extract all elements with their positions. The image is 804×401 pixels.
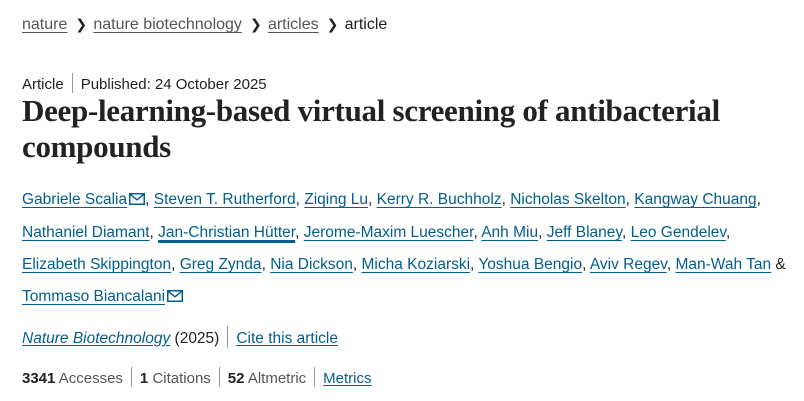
metrics-line: 3341 Accesses 1 Citations 52 Altmetric Metr…	[22, 367, 372, 387]
article-meta: Article Published: 24 October 2025	[22, 73, 267, 93]
published-date: Published: 24 October 2025	[80, 76, 267, 93]
author-link[interactable]: Yoshua Bengio	[478, 256, 582, 273]
author-link[interactable]: Man-Wah Tan	[675, 256, 771, 273]
author-link[interactable]: Gabriele Scalia	[22, 191, 127, 208]
accesses-label: Accesses	[58, 370, 123, 387]
cite-article-link[interactable]: Cite this article	[236, 330, 338, 347]
chevron-right-icon: ❯	[75, 16, 88, 32]
metrics-divider	[218, 367, 220, 387]
author-link[interactable]: Nia Dickson	[270, 256, 353, 273]
author-link[interactable]: Micha Koziarski	[362, 256, 471, 273]
citations-label: Citations	[152, 370, 211, 387]
author-link[interactable]: Jerome-Maxim Luescher	[304, 224, 474, 241]
envelope-icon[interactable]	[167, 282, 184, 314]
altmetric-label: Altmetric	[247, 370, 307, 387]
journal-link[interactable]: Nature Biotechnology	[22, 330, 170, 347]
author-link[interactable]: Jeff Blaney	[547, 224, 622, 241]
article-type: Article	[22, 76, 64, 93]
author-link[interactable]: Leo Gendelev	[631, 224, 726, 241]
breadcrumb-nature[interactable]: nature	[22, 16, 67, 33]
breadcrumb: nature ❯ nature biotechnology ❯ articles ❯ art…	[22, 16, 387, 34]
author-link[interactable]: Jan-Christian Hütter	[158, 224, 295, 241]
accesses-count: 3341	[22, 370, 56, 387]
author-link[interactable]: Kerry R. Buchholz	[377, 191, 502, 208]
author-link[interactable]: Nathaniel Diamant	[22, 224, 150, 241]
chevron-right-icon: ❯	[326, 16, 339, 32]
author-link[interactable]: Anh Miu	[481, 224, 538, 241]
author-link[interactable]: Steven T. Rutherford	[154, 191, 296, 208]
envelope-icon[interactable]	[129, 185, 146, 217]
meta-divider	[71, 73, 73, 93]
publication-year: (2025)	[174, 330, 220, 347]
author-list: Gabriele Scalia, Steven T. Rutherford, Z…	[22, 184, 792, 314]
author-link[interactable]: Elizabeth Skippington	[22, 256, 171, 273]
author-link[interactable]: Ziqing Lu	[304, 191, 368, 208]
author-link[interactable]: Aviv Regev	[590, 256, 667, 273]
citations-count: 1	[139, 370, 149, 387]
article-title: Deep-learning-based virtual screening of…	[22, 93, 720, 164]
metrics-divider	[314, 367, 316, 387]
author-link[interactable]: Kangway Chuang	[634, 191, 756, 208]
altmetric-count: 52	[227, 370, 245, 387]
journal-line: Nature Biotechnology (2025) Cite this art…	[22, 326, 338, 348]
author-link[interactable]: Greg Zynda	[180, 256, 262, 273]
journal-divider	[227, 326, 229, 348]
breadcrumb-nature-biotechnology[interactable]: nature biotechnology	[93, 16, 242, 33]
metrics-link[interactable]: Metrics	[323, 370, 371, 387]
metrics-divider	[130, 367, 132, 387]
author-link[interactable]: Nicholas Skelton	[510, 191, 625, 208]
chevron-right-icon: ❯	[249, 16, 262, 32]
breadcrumb-current: article	[344, 16, 388, 33]
breadcrumb-articles[interactable]: articles	[268, 16, 319, 33]
author-link[interactable]: Tommaso Biancalani	[22, 288, 165, 305]
